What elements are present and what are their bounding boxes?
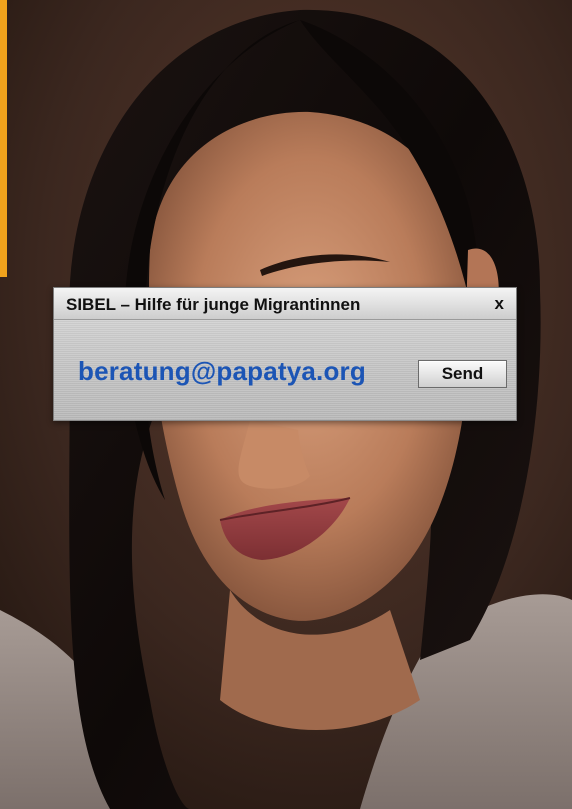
dialog-titlebar: SIBEL – Hilfe für junge Migrantinnen x — [54, 288, 516, 320]
popup-dialog: SIBEL – Hilfe für junge Migrantinnen x b… — [53, 287, 517, 421]
accent-strip — [0, 0, 7, 277]
dialog-body: beratung@papatya.org Send — [54, 320, 516, 421]
email-address: beratung@papatya.org — [78, 356, 366, 386]
dialog-title: SIBEL – Hilfe für junge Migrantinnen — [66, 295, 361, 314]
close-button[interactable]: x — [495, 294, 504, 314]
send-button[interactable]: Send — [418, 360, 507, 388]
